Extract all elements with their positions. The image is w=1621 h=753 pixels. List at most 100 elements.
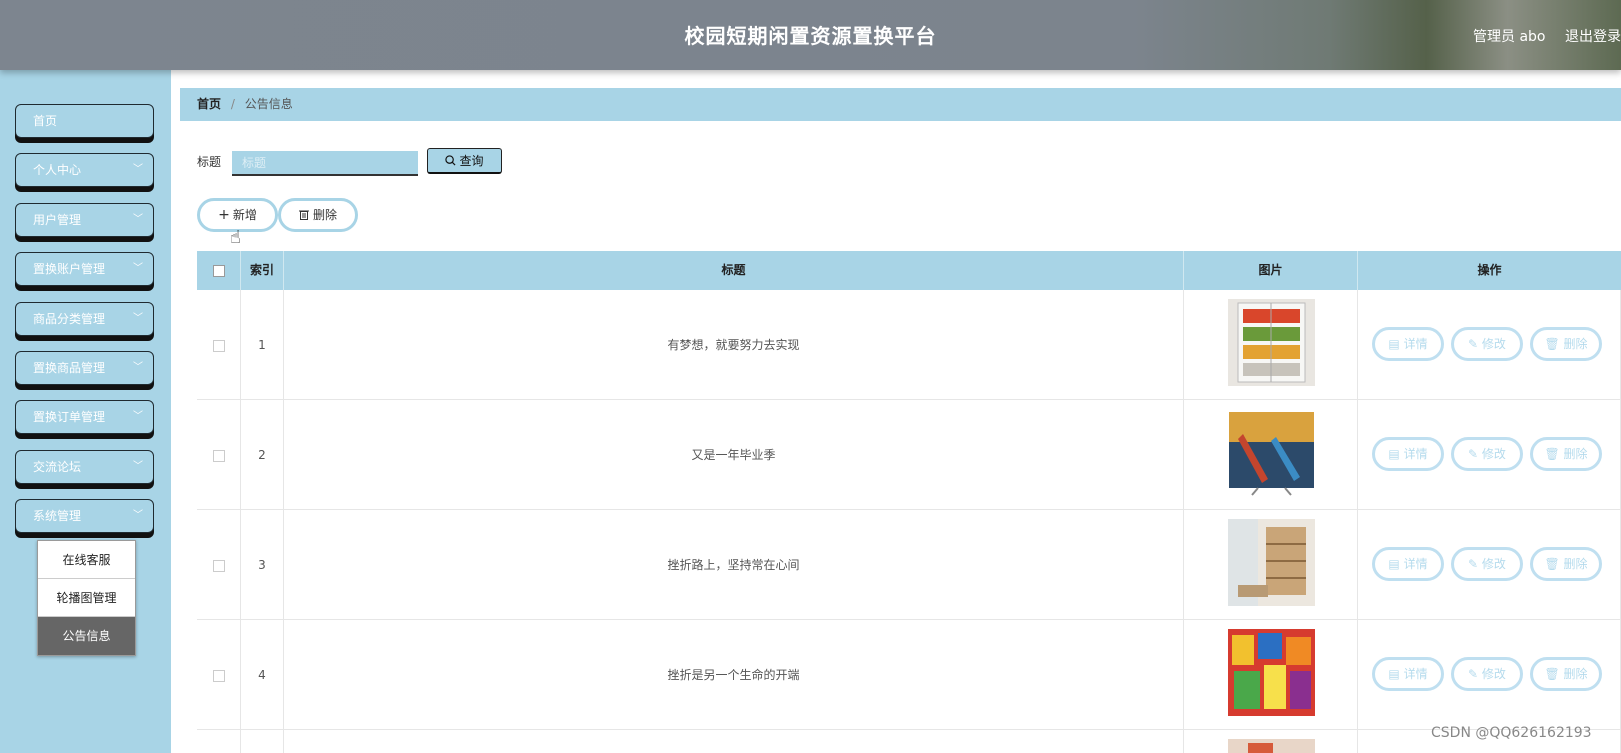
trash-icon: [298, 210, 309, 220]
row-delete-button[interactable]: 🗑 删除: [1530, 437, 1602, 471]
trash-icon: 🗑: [1544, 557, 1564, 571]
header-ops: 操作: [1477, 263, 1502, 277]
sidebar-item-label: 首页: [33, 114, 58, 128]
search-input[interactable]: [232, 151, 418, 176]
sidebar-item-personal-center[interactable]: 个人中心 ﹀: [15, 153, 154, 187]
sidebar-item-forum[interactable]: 交流论坛 ﹀: [15, 450, 154, 484]
sidebar-item-label: 系统管理: [33, 509, 82, 523]
system-submenu: 在线客服 轮播图管理 公告信息: [37, 540, 136, 656]
query-button-label: 查询: [459, 154, 484, 168]
row-delete-button[interactable]: 🗑 删除: [1530, 657, 1602, 691]
edit-button-label: 修改: [1481, 337, 1506, 351]
watermark: CSDN @QQ626162193: [1431, 725, 1592, 741]
row-delete-label: 删除: [1563, 557, 1588, 571]
edit-button[interactable]: ✎ 修改: [1451, 657, 1523, 691]
row-delete-button[interactable]: 🗑 删除: [1530, 547, 1602, 581]
trash-icon: 🗑: [1544, 337, 1564, 351]
row-index: 2: [241, 400, 284, 510]
row-title: [284, 730, 1184, 753]
partial-image: [1228, 739, 1315, 753]
document-icon: ▤: [1388, 667, 1404, 681]
sidebar-item-exchange-orders[interactable]: 置换订单管理 ﹀: [15, 400, 154, 434]
chevron-down-icon: ﹀: [133, 362, 143, 373]
row-delete-button[interactable]: 🗑 删除: [1530, 327, 1602, 361]
row-index: 1: [241, 290, 284, 400]
breadcrumb-home[interactable]: 首页: [197, 97, 221, 111]
row-checkbox[interactable]: [212, 559, 225, 572]
row-checkbox[interactable]: [212, 669, 225, 682]
top-header: 校园短期闲置资源置换平台 管理员 abo 退出登录: [0, 0, 1621, 70]
row-select: [197, 510, 241, 620]
sidebar-item-exchange-account[interactable]: 置换账户管理 ﹀: [15, 252, 154, 286]
submenu-item-online-service[interactable]: 在线客服: [38, 541, 135, 579]
header-title: 标题: [284, 251, 1184, 290]
detail-button-label: 详情: [1403, 447, 1428, 461]
row-delete-label: 删除: [1563, 447, 1588, 461]
edit-button[interactable]: ✎ 修改: [1451, 437, 1523, 471]
chevron-down-icon: ﹀: [133, 313, 143, 324]
breadcrumb-separator: /: [230, 97, 235, 111]
row-ops: ▤ 详情 ✎ 修改 🗑 删除: [1358, 620, 1621, 730]
table-row: 1 有梦想，就要努力去实现 ▤ 详情 ✎ 修改 🗑 删除: [197, 290, 1621, 400]
edit-button-label: 修改: [1481, 557, 1506, 571]
chevron-down-icon: ﹀: [133, 461, 143, 472]
row-index: 3: [241, 510, 284, 620]
row-title: 有梦想，就要努力去实现: [284, 290, 1184, 400]
sidebar-item-home[interactable]: 首页: [15, 104, 154, 138]
detail-button-label: 详情: [1403, 557, 1428, 571]
header-select-all[interactable]: [197, 251, 241, 290]
sidebar-item-label: 置换商品管理: [33, 361, 106, 375]
sidebar-item-label: 交流论坛: [33, 460, 82, 474]
detail-button[interactable]: ▤ 详情: [1372, 657, 1444, 691]
row-ops: ▤ 详情 ✎ 修改 🗑 删除: [1358, 290, 1621, 400]
row-image-cell: [1184, 620, 1358, 730]
search-label: 标题: [197, 155, 222, 169]
hand-cursor-icon: ☝: [230, 227, 241, 248]
row-image-cell: [1184, 730, 1358, 753]
pencil-icon: ✎: [1468, 447, 1482, 461]
sidebar-item-category-management[interactable]: 商品分类管理 ﹀: [15, 302, 154, 336]
chevron-down-icon: ﹀: [133, 164, 143, 175]
add-button-label: 新增: [232, 208, 257, 222]
sidebar-item-system-management[interactable]: 系统管理 ﹀: [15, 499, 154, 533]
table-row: 2 又是一年毕业季 ▤ 详情 ✎ 修改 🗑 删除: [197, 400, 1621, 510]
app-title: 校园短期闲置资源置换平台: [684, 24, 937, 48]
current-user: 管理员 abo: [1473, 29, 1546, 45]
breadcrumb-current: 公告信息: [244, 97, 293, 111]
breadcrumb: 首页 / 公告信息: [180, 88, 1621, 121]
row-delete-label: 删除: [1563, 667, 1588, 681]
row-index: 4: [241, 620, 284, 730]
row-checkbox[interactable]: [212, 339, 225, 352]
sidebar-item-label: 置换订单管理: [33, 410, 106, 424]
sidebar-item-exchange-goods[interactable]: 置换商品管理 ﹀: [15, 351, 154, 385]
logout-link[interactable]: 退出登录: [1565, 26, 1621, 46]
row-image-cell: [1184, 400, 1358, 510]
table-row: 4 挫折是另一个生命的开端 ▤ 详情 ✎ 修改 🗑 删除: [197, 620, 1621, 730]
batch-delete-button[interactable]: 删除: [278, 198, 358, 232]
sidebar-item-label: 商品分类管理: [33, 312, 106, 326]
pencil-icon: ✎: [1468, 557, 1482, 571]
table-header: 索引 标题 图片 操作: [197, 251, 1621, 290]
edit-button[interactable]: ✎ 修改: [1451, 547, 1523, 581]
row-checkbox[interactable]: [212, 449, 225, 462]
trash-icon: 🗑: [1544, 667, 1564, 681]
header-image: 图片: [1184, 251, 1358, 290]
pencil-icon: ✎: [1468, 337, 1482, 351]
select-all-checkbox[interactable]: [212, 264, 225, 277]
submenu-item-carousel[interactable]: 轮播图管理: [38, 579, 135, 617]
submenu-item-announcements[interactable]: 公告信息: [38, 617, 135, 655]
sidebar-item-user-management[interactable]: 用户管理 ﹀: [15, 203, 154, 237]
bookshelf-room-image: [1228, 519, 1315, 606]
detail-button[interactable]: ▤ 详情: [1372, 437, 1444, 471]
detail-button[interactable]: ▤ 详情: [1372, 547, 1444, 581]
detail-button[interactable]: ▤ 详情: [1372, 327, 1444, 361]
chevron-down-icon: ﹀: [133, 411, 143, 422]
query-button[interactable]: 查询: [427, 148, 502, 174]
chevron-down-icon: ﹀: [133, 510, 143, 521]
document-icon: ▤: [1388, 557, 1404, 571]
delete-button-label: 删除: [312, 208, 337, 222]
edit-button[interactable]: ✎ 修改: [1451, 327, 1523, 361]
row-ops: ▤ 详情 ✎ 修改 🗑 删除: [1358, 510, 1621, 620]
document-icon: ▤: [1388, 447, 1404, 461]
row-select: [197, 730, 241, 753]
